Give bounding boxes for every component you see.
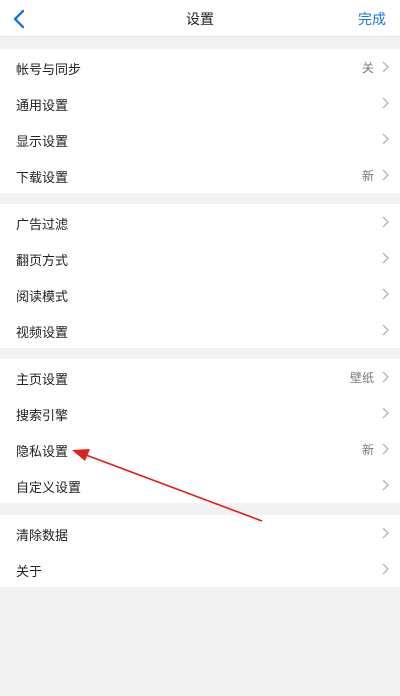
chevron-right-icon: [382, 216, 389, 228]
chevron-right-icon: [382, 97, 389, 109]
chevron-right-icon: [382, 61, 389, 73]
settings-item-label: 清除数据: [16, 529, 69, 544]
settings-group-browsing: 广告过滤 翻页方式 阅读模式 视频设置: [0, 204, 400, 348]
chevron-right-icon: [382, 288, 389, 300]
settings-item-value: 关: [361, 61, 374, 75]
settings-item-label: 视频设置: [16, 326, 69, 341]
settings-item-about[interactable]: 关于: [0, 551, 400, 587]
chevron-right-icon: [382, 252, 389, 264]
settings-item-video[interactable]: 视频设置: [0, 312, 400, 348]
chevron-right-icon: [382, 371, 389, 383]
chevron-right-icon: [382, 169, 389, 181]
settings-item-label: 下载设置: [16, 171, 69, 186]
settings-group-data: 清除数据 关于: [0, 515, 400, 587]
settings-item-search-engine[interactable]: 搜索引擎: [0, 395, 400, 431]
settings-item-label: 主页设置: [16, 373, 69, 388]
settings-item-ad-filter[interactable]: 广告过滤: [0, 204, 400, 240]
settings-item-value: 壁纸: [349, 371, 374, 385]
navigation-bar: 设置 完成: [0, 0, 400, 37]
settings-item-privacy[interactable]: 隐私设置 新: [0, 431, 400, 467]
chevron-right-icon: [382, 563, 389, 575]
settings-item-homepage[interactable]: 主页设置 壁纸: [0, 359, 400, 395]
chevron-right-icon: [382, 133, 389, 145]
settings-item-label: 显示设置: [16, 135, 69, 150]
settings-item-download[interactable]: 下载设置 新: [0, 157, 400, 193]
settings-item-label: 自定义设置: [16, 481, 82, 496]
settings-item-label: 搜索引擎: [16, 409, 69, 424]
settings-item-page-turn[interactable]: 翻页方式: [0, 240, 400, 276]
settings-group-account: 帐号与同步 关 通用设置 显示设置 下载设置 新: [0, 49, 400, 193]
settings-item-label: 翻页方式: [16, 254, 69, 269]
settings-item-label: 通用设置: [16, 99, 69, 114]
settings-item-account-sync[interactable]: 帐号与同步 关: [0, 49, 400, 85]
page-title: 设置: [186, 12, 214, 28]
chevron-right-icon: [382, 479, 389, 491]
settings-item-label: 帐号与同步: [16, 63, 82, 78]
chevron-right-icon: [382, 407, 389, 419]
settings-item-label: 隐私设置: [16, 445, 69, 460]
settings-item-custom[interactable]: 自定义设置: [0, 467, 400, 503]
settings-item-label: 广告过滤: [16, 218, 69, 233]
settings-item-label: 关于: [16, 565, 43, 580]
chevron-right-icon: [382, 443, 389, 455]
settings-group-personal: 主页设置 壁纸 搜索引擎 隐私设置 新 自定义设置: [0, 359, 400, 503]
settings-item-general[interactable]: 通用设置: [0, 85, 400, 121]
chevron-right-icon: [382, 324, 389, 336]
settings-item-label: 阅读模式: [16, 290, 69, 305]
done-button[interactable]: 完成: [358, 9, 386, 29]
settings-item-reading-mode[interactable]: 阅读模式: [0, 276, 400, 312]
new-badge: 新: [361, 443, 374, 457]
settings-item-clear-data[interactable]: 清除数据: [0, 515, 400, 551]
settings-page: 设置 完成 帐号与同步 关 通用设置 显示设置 下载设置 新 广告过滤 翻页方式…: [0, 0, 400, 696]
chevron-right-icon: [382, 527, 389, 539]
new-badge: 新: [361, 169, 374, 183]
settings-item-display[interactable]: 显示设置: [0, 121, 400, 157]
